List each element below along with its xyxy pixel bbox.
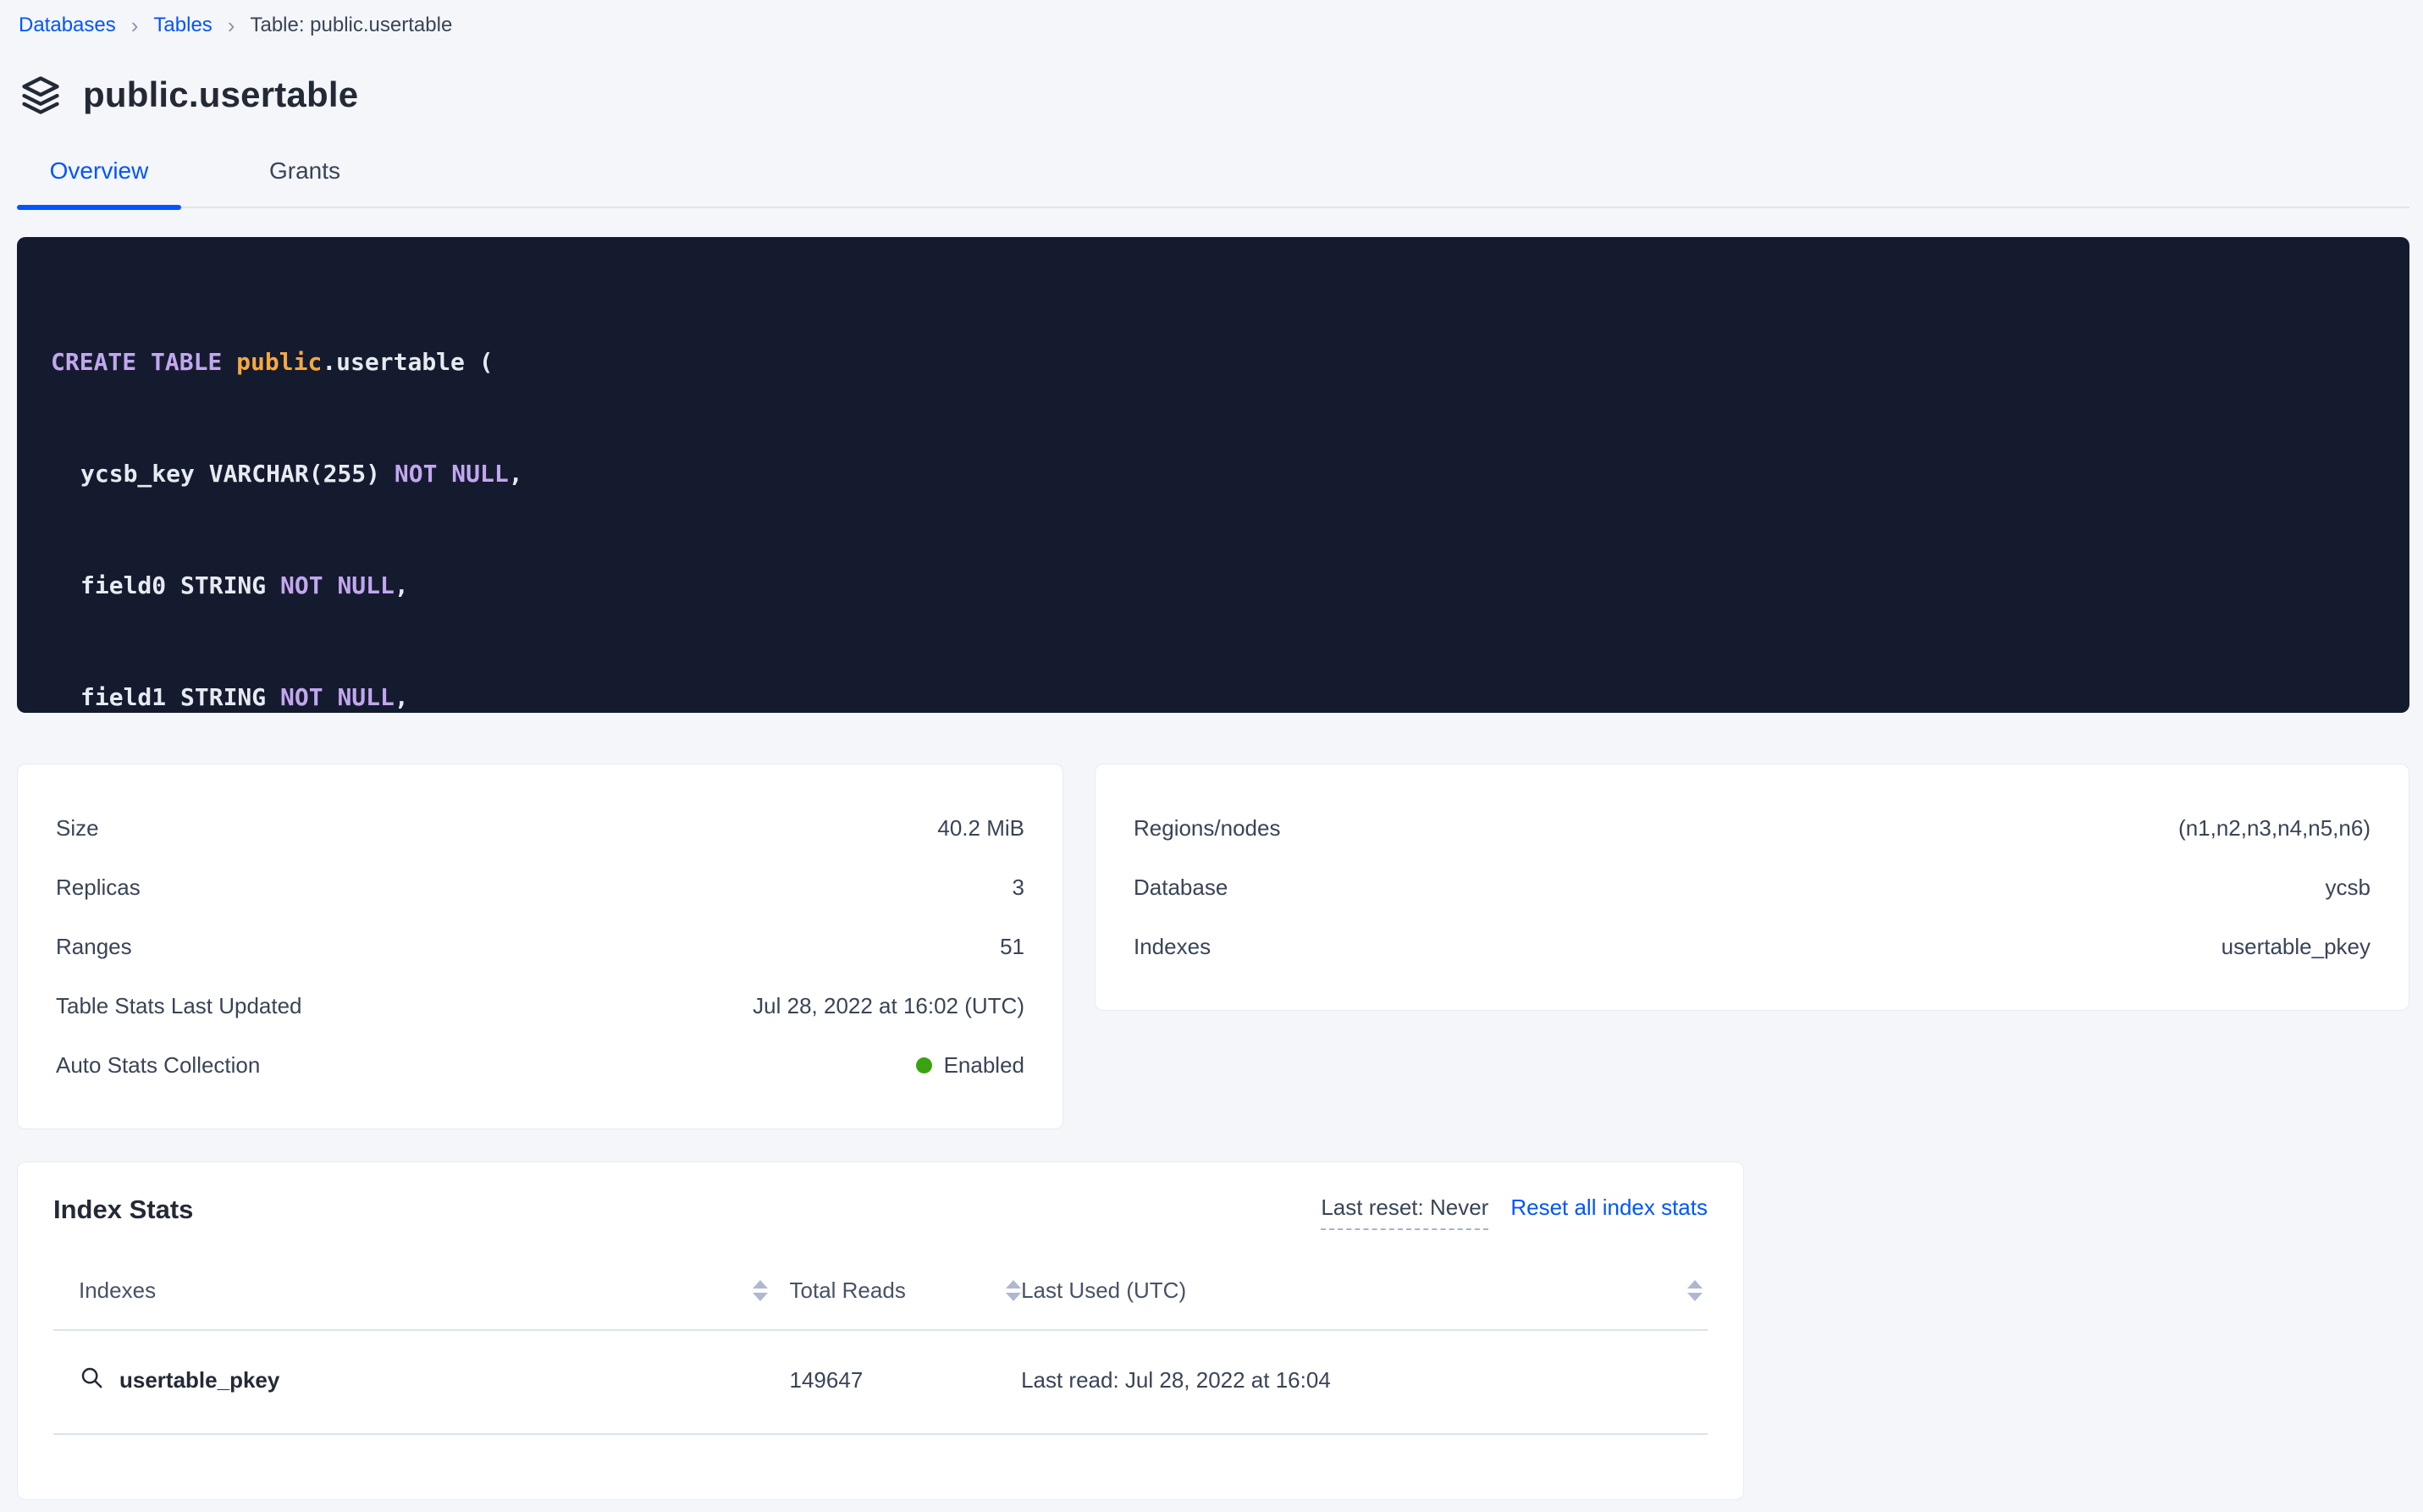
- sort-arrows-icon: [1006, 1280, 1021, 1301]
- stat-row-replicas: Replicas 3: [56, 858, 1024, 917]
- chevron-right-icon: ›: [131, 14, 139, 36]
- index-name-link[interactable]: usertable_pkey: [119, 1367, 279, 1393]
- sql-text: ycsb_key VARCHAR(255): [80, 460, 395, 488]
- status-dot-icon: [916, 1057, 932, 1073]
- stat-row-regions: Regions/nodes (n1,n2,n3,n4,n5,n6): [1134, 798, 2371, 858]
- column-label: Indexes: [79, 1277, 156, 1304]
- stat-row-indexes: Indexes usertable_pkey: [1134, 917, 2371, 976]
- stat-label: Replicas: [56, 875, 141, 901]
- stat-value: 51: [1000, 934, 1024, 960]
- sql-keyword: NOT NULL: [280, 571, 395, 599]
- magnifier-icon: [79, 1365, 104, 1396]
- index-stats-actions: Last reset: Never Reset all index stats: [1321, 1195, 1708, 1230]
- stat-row-stats-updated: Table Stats Last Updated Jul 28, 2022 at…: [56, 976, 1024, 1035]
- sql-line: field0 STRING NOT NULL,: [51, 567, 2384, 604]
- column-header-total-reads[interactable]: Total Reads: [790, 1277, 1022, 1304]
- sql-keyword: CREATE TABLE: [51, 348, 236, 376]
- layers-icon: [19, 73, 63, 117]
- index-table-row[interactable]: usertable_pkey 149647 Last read: Jul 28,…: [53, 1331, 1708, 1435]
- sql-text: ,: [395, 571, 409, 599]
- stat-row-ranges: Ranges 51: [56, 917, 1024, 976]
- tab-grants[interactable]: Grants: [232, 157, 378, 207]
- index-table-header-row: Indexes Total Reads Last Used (UTC): [53, 1277, 1708, 1331]
- sort-arrows-icon: [1687, 1280, 1703, 1301]
- stat-label: Ranges: [56, 934, 132, 960]
- breadcrumb-link-tables[interactable]: Tables: [153, 14, 212, 37]
- stat-label: Indexes: [1134, 934, 1211, 960]
- sort-arrows-icon: [753, 1280, 768, 1301]
- status-text: Enabled: [944, 1052, 1024, 1079]
- page-header: public.usertable: [19, 73, 2423, 117]
- stat-value: usertable_pkey: [2222, 934, 2371, 960]
- reset-all-index-stats-link[interactable]: Reset all index stats: [1510, 1195, 1708, 1221]
- sql-line: ycsb_key VARCHAR(255) NOT NULL,: [51, 455, 2384, 493]
- index-stats-title: Index Stats: [53, 1195, 193, 1225]
- table-stats-card: Size 40.2 MiB Replicas 3 Ranges 51 Table…: [17, 764, 1063, 1129]
- chevron-right-icon: ›: [228, 14, 235, 36]
- stat-row-auto-stats: Auto Stats Collection Enabled: [56, 1035, 1024, 1095]
- breadcrumb-current: Table: public.usertable: [250, 14, 452, 37]
- sql-keyword: NOT NULL: [280, 683, 395, 711]
- index-name-cell: usertable_pkey: [53, 1365, 790, 1396]
- index-stats-header: Index Stats Last reset: Never Reset all …: [53, 1195, 1708, 1230]
- total-reads-cell: 149647: [790, 1367, 1022, 1393]
- stat-row-size: Size 40.2 MiB: [56, 798, 1024, 858]
- stat-value: Jul 28, 2022 at 16:02 (UTC): [753, 993, 1024, 1019]
- sql-line: CREATE TABLE public.usertable (: [51, 344, 2384, 381]
- sql-text: field0 STRING: [80, 571, 280, 599]
- breadcrumb-link-databases[interactable]: Databases: [19, 14, 116, 37]
- stat-value: ycsb: [2326, 875, 2371, 901]
- column-label: Total Reads: [790, 1277, 906, 1304]
- stat-value: 40.2 MiB: [937, 815, 1024, 842]
- last-used-cell: Last read: Jul 28, 2022 at 16:04: [1021, 1367, 1708, 1393]
- table-meta-card: Regions/nodes (n1,n2,n3,n4,n5,n6) Databa…: [1095, 764, 2409, 1011]
- sql-keyword: NOT NULL: [395, 460, 509, 488]
- column-header-last-used[interactable]: Last Used (UTC): [1021, 1277, 1708, 1304]
- last-reset-tooltip[interactable]: Last reset: Never: [1321, 1195, 1488, 1230]
- sql-text: ,: [509, 460, 523, 488]
- stat-label: Auto Stats Collection: [56, 1052, 260, 1079]
- create-table-sql: CREATE TABLE public.usertable ( ycsb_key…: [17, 237, 2409, 713]
- last-used-value: Last read: Jul 28, 2022 at 16:04: [1021, 1367, 1331, 1393]
- total-reads-value: 149647: [790, 1367, 864, 1393]
- stat-label: Database: [1134, 875, 1228, 901]
- index-stats-table: Indexes Total Reads Last Used (UTC): [53, 1277, 1708, 1435]
- column-label: Last Used (UTC): [1021, 1277, 1186, 1304]
- page-title: public.usertable: [83, 74, 358, 115]
- sql-line: field1 STRING NOT NULL,: [51, 679, 2384, 713]
- index-stats-card: Index Stats Last reset: Never Reset all …: [17, 1162, 1744, 1500]
- stat-value: 3: [1013, 875, 1024, 901]
- column-header-indexes[interactable]: Indexes: [53, 1277, 790, 1304]
- breadcrumb: Databases › Tables › Table: public.usert…: [0, 0, 2423, 37]
- sql-text: ,: [395, 683, 409, 711]
- stat-value: (n1,n2,n3,n4,n5,n6): [2178, 815, 2371, 842]
- stat-label: Table Stats Last Updated: [56, 993, 302, 1019]
- sql-schema: public: [236, 348, 322, 376]
- stat-row-database: Database ycsb: [1134, 858, 2371, 917]
- stat-label: Regions/nodes: [1134, 815, 1280, 842]
- stat-label: Size: [56, 815, 99, 842]
- sql-text: field1 STRING: [80, 683, 280, 711]
- tab-bar: Overview Grants: [17, 157, 2409, 208]
- tab-overview[interactable]: Overview: [17, 157, 181, 207]
- table-details-section: Size 40.2 MiB Replicas 3 Ranges 51 Table…: [17, 764, 2409, 1129]
- status-badge: Enabled: [916, 1052, 1024, 1079]
- sql-text: .usertable (: [322, 348, 493, 376]
